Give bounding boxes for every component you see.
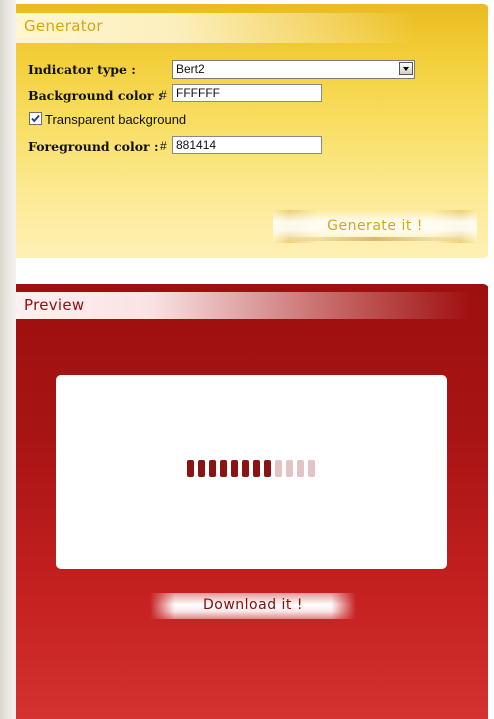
foreground-color-hash: # bbox=[160, 139, 167, 153]
left-sidebar-strip bbox=[0, 0, 16, 719]
transparent-background-label: Transparent background bbox=[45, 112, 187, 127]
foreground-color-label: Foreground color : bbox=[28, 139, 159, 154]
generate-button[interactable]: Generate it ! bbox=[273, 210, 477, 243]
background-color-label: Background color : bbox=[28, 88, 163, 103]
chevron-down-icon[interactable] bbox=[399, 62, 413, 75]
download-button[interactable] bbox=[150, 593, 356, 619]
loading-indicator bbox=[187, 460, 317, 478]
indicator-type-label: Indicator type : bbox=[28, 62, 136, 77]
loader-bar bbox=[286, 460, 293, 477]
loader-bar bbox=[231, 460, 238, 477]
loader-bar bbox=[220, 460, 227, 477]
generate-button-label: Generate it ! bbox=[327, 218, 423, 234]
right-margin bbox=[488, 0, 494, 719]
loader-bar bbox=[198, 460, 205, 477]
generator-panel: Generator Indicator type : Bert2 Backgro… bbox=[16, 4, 489, 258]
checkmark-icon bbox=[31, 114, 40, 123]
indicator-type-select[interactable]: Bert2 bbox=[172, 60, 415, 79]
loader-bar bbox=[209, 460, 216, 477]
foreground-color-input[interactable]: 881414 bbox=[172, 136, 322, 154]
loader-bar bbox=[187, 460, 194, 477]
background-color-input[interactable]: FFFFFF bbox=[172, 84, 322, 102]
page: Generator Indicator type : Bert2 Backgro… bbox=[0, 0, 494, 719]
loader-bar bbox=[297, 460, 304, 477]
background-color-hash: # bbox=[160, 88, 167, 102]
loader-bar bbox=[275, 460, 282, 477]
preview-panel: Preview Download it ! bbox=[16, 284, 489, 719]
loader-bar bbox=[308, 460, 315, 477]
indicator-type-value: Bert2 bbox=[176, 62, 205, 76]
loader-bar bbox=[264, 460, 271, 477]
preview-title: Preview bbox=[24, 296, 85, 314]
preview-canvas bbox=[56, 375, 447, 569]
loader-bar bbox=[253, 460, 260, 477]
transparent-background-checkbox[interactable] bbox=[29, 112, 42, 125]
generator-title: Generator bbox=[24, 17, 103, 35]
loader-bar bbox=[242, 460, 249, 477]
